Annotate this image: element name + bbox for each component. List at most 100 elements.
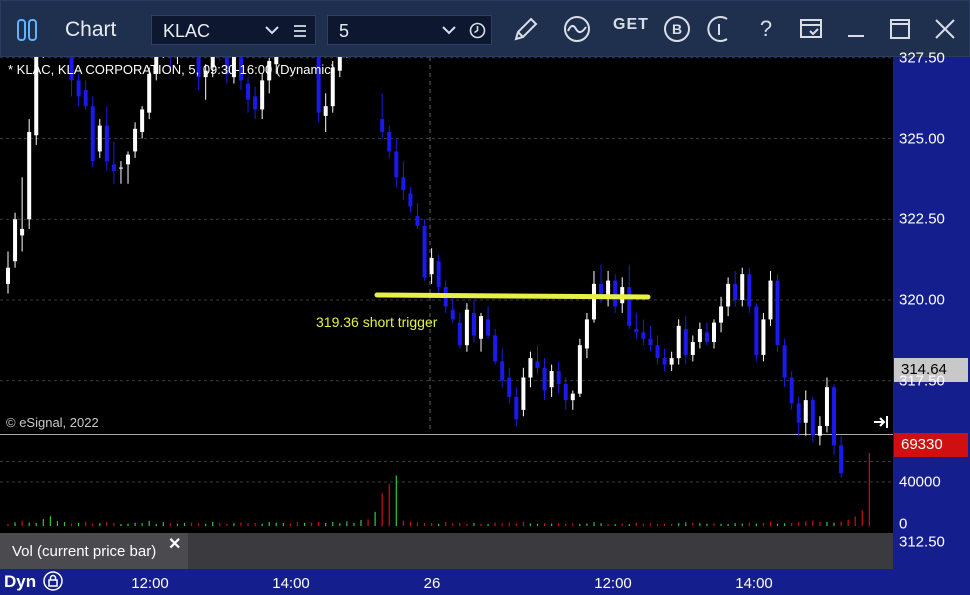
trigger-annotation: 319.36 short trigger [316, 314, 438, 330]
title-bar: Chart KLAC 5 GET B ? [0, 0, 970, 57]
volume-panel-strip [188, 533, 894, 569]
candle-body [415, 216, 420, 226]
candle-body [408, 193, 413, 207]
lock-icon[interactable] [43, 571, 63, 591]
candle-body [104, 125, 109, 162]
candle-body [669, 358, 674, 365]
candle-body [662, 358, 667, 365]
close-study-icon[interactable]: ✕ [168, 534, 181, 554]
candle-body [761, 319, 766, 355]
price-volume-plot[interactable] [0, 57, 893, 569]
help-icon[interactable]: ? [751, 14, 781, 44]
time-tick-label: 12:00 [131, 575, 169, 592]
candle-body [429, 258, 434, 275]
volume-panel-label: Vol (current price bar) [12, 543, 157, 560]
candle-body [782, 345, 787, 378]
candle-body [493, 335, 498, 362]
candle-body [584, 319, 589, 349]
candle-body [168, 57, 173, 58]
candle-body [796, 403, 801, 423]
candle-body [76, 80, 81, 97]
candle-body [436, 261, 441, 288]
candle-body [570, 393, 575, 401]
study-wave-icon[interactable] [562, 14, 592, 44]
price-axis[interactable]: 314.64 69330 332.50330.00327.50325.00322… [893, 49, 970, 569]
candle-body [521, 377, 526, 410]
candle-body [563, 383, 568, 401]
info-icon[interactable] [707, 14, 731, 44]
last-volume-marker: 69330 [894, 433, 968, 457]
candle-body [514, 396, 519, 420]
candle-body [810, 400, 815, 436]
buy-icon-label: B [672, 21, 682, 37]
symbol-value[interactable]: KLAC [163, 21, 210, 42]
candle-body [704, 332, 709, 342]
candle-body [648, 338, 653, 346]
price-tick-label: 327.50 [899, 49, 945, 67]
candle-body [133, 128, 138, 152]
candle-body [253, 96, 258, 110]
chart-area[interactable]: * KLAC, KLA CORPORATION, 5, 09:30-16:00 … [0, 49, 970, 595]
time-axis[interactable]: Dyn 12:00 14:00 26 12:00 14:00 [0, 569, 970, 595]
candle-body [577, 345, 582, 394]
candle-body [479, 316, 484, 339]
candle-body [591, 283, 596, 320]
candle-body [83, 90, 88, 107]
price-tick-label: 325.00 [899, 130, 945, 147]
template-icon[interactable] [796, 14, 826, 44]
time-tick-label: 12:00 [594, 575, 632, 592]
close-icon[interactable] [930, 14, 960, 44]
candle-body [733, 283, 738, 300]
candle-body [634, 329, 639, 333]
chevron-down-icon[interactable] [265, 25, 279, 35]
price-tick-label: 312.50 [899, 533, 945, 551]
scale-mode-label[interactable]: Dyn [4, 572, 36, 592]
window-title: Chart [65, 18, 117, 41]
symbol-input[interactable]: KLAC [151, 15, 316, 45]
time-tick-label: 14:00 [735, 575, 773, 592]
chevron-down-icon[interactable] [442, 25, 456, 35]
candle-body [260, 80, 265, 110]
candle-body [147, 73, 152, 113]
candle-body [401, 177, 406, 191]
time-tick-label: 26 [423, 575, 441, 592]
candle-body [641, 332, 646, 339]
volume-tick-label: 0 [899, 515, 908, 533]
candle-body [747, 274, 752, 307]
candle-body [111, 164, 116, 171]
interval-input[interactable]: 5 [327, 15, 492, 45]
buy-icon[interactable]: B [662, 14, 692, 44]
candle-body [726, 283, 731, 307]
help-icon-label: ? [760, 16, 772, 41]
candle-body [27, 132, 32, 220]
candle-body [20, 228, 25, 236]
candle-body [457, 322, 462, 346]
volume-panel-tab[interactable]: Vol (current price bar) ✕ [0, 533, 188, 569]
time-tick-label: 14:00 [272, 575, 310, 592]
candle-body [803, 400, 808, 423]
candle-body [387, 132, 392, 152]
candle-body [627, 287, 632, 326]
candle-body [768, 280, 773, 320]
minimize-icon[interactable] [841, 14, 871, 44]
get-icon[interactable]: GET [613, 16, 649, 34]
scroll-to-end-icon[interactable] [872, 415, 890, 429]
interval-value[interactable]: 5 [339, 21, 349, 42]
candle-body [380, 119, 385, 133]
candle-body [683, 329, 688, 355]
maximize-icon[interactable] [885, 14, 915, 44]
candle-body [323, 106, 328, 116]
candle-body [97, 125, 102, 152]
candle-body [471, 312, 476, 336]
candle-body [337, 57, 342, 71]
chart-legend: * KLAC, KLA CORPORATION, 5, 09:30-16:00 … [8, 62, 336, 77]
list-menu-icon[interactable] [293, 24, 307, 38]
draw-pencil-icon[interactable] [511, 14, 541, 44]
candle-body [832, 387, 837, 446]
clock-icon[interactable] [469, 22, 486, 39]
candle-body [613, 280, 618, 307]
candle-body [140, 109, 145, 133]
candle-body [655, 345, 660, 359]
candle-body [486, 319, 491, 336]
trigger-trendline [374, 292, 651, 300]
